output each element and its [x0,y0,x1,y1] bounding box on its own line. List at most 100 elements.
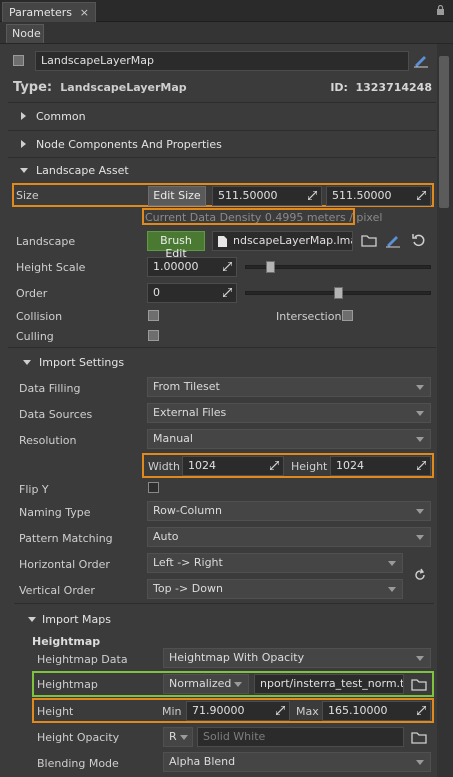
blending-mode-label: Blending Mode [37,757,119,770]
width-label: Width [148,460,180,473]
horizontal-order-select[interactable]: Left -> Right [147,553,403,573]
lock-icon[interactable] [436,5,445,15]
size-y-value: 511.50000 [332,189,392,202]
section-node-components-label: Node Components And Properties [36,138,222,151]
landscape-file-field[interactable]: ndscapeLayerMap.lmap [212,231,353,251]
naming-type-label: Naming Type [19,506,91,519]
resolution-select[interactable]: Manual [147,429,431,449]
tab-node[interactable]: Node [6,24,44,43]
vertical-order-select[interactable]: Top -> Down [147,579,403,599]
flip-y-checkbox[interactable] [148,482,159,493]
horizontal-order-value: Left -> Right [153,556,223,569]
tab-parameters[interactable]: Parameters × [2,2,96,22]
collision-label: Collision [16,310,63,323]
file-icon [218,236,227,247]
heightmap-mode-value: Normalized [169,677,232,690]
size-label: Size [16,189,39,202]
heightmap-label: Heightmap [37,678,98,691]
section-import-settings[interactable]: Import Settings [16,354,416,372]
section-node-components[interactable]: Node Components And Properties [13,136,433,154]
size-y-input[interactable]: 511.50000 [326,186,431,206]
naming-type-select[interactable]: Row-Column [147,501,431,521]
size-x-input[interactable]: 511.50000 [212,186,322,206]
chevron-down-icon [416,509,424,514]
height-opacity-label: Height Opacity [37,731,120,744]
reset-icon[interactable] [410,231,428,249]
folder-icon[interactable] [360,231,378,249]
heightmap-data-select[interactable]: Heightmap With Opacity [163,648,431,668]
data-sources-select[interactable]: External Files [147,403,431,423]
section-common-label: Common [36,110,86,123]
heightmap-data-label: Heightmap Data [37,653,128,666]
divider [8,157,436,158]
drag-arrows-icon[interactable] [223,262,232,271]
scrollbar-thumb[interactable] [439,56,449,208]
blending-mode-select[interactable]: Alpha Blend [163,752,431,772]
heightmap-data-value: Heightmap With Opacity [169,651,305,664]
folder-icon[interactable] [410,675,428,693]
resolution-value: Manual [153,432,193,445]
node-enabled-checkbox[interactable] [13,55,24,66]
section-import-maps-label: Import Maps [42,613,111,626]
height-scale-value: 1.00000 [153,260,199,273]
height-opacity-channel-select[interactable]: R [163,727,193,747]
edit-size-button-label: Edit Size [153,189,201,202]
heightmap-mode-select[interactable]: Normalized [163,674,249,694]
pattern-matching-label: Pattern Matching [19,532,113,545]
data-sources-label: Data Sources [19,408,93,421]
close-icon[interactable]: × [80,6,89,19]
height-scale-slider-handle[interactable] [266,261,276,273]
section-import-maps[interactable]: Import Maps [24,611,424,629]
height-max-label: Max [296,705,319,718]
section-landscape-asset[interactable]: Landscape Asset [13,162,433,180]
chevron-down-icon [416,385,424,390]
height-min-input[interactable]: 71.90000 [186,701,290,721]
height-scale-input[interactable]: 1.00000 [147,257,237,277]
id-value: 1323714248 [355,81,432,94]
drag-arrows-icon[interactable] [223,288,232,297]
drag-arrows-icon[interactable] [417,461,426,470]
edit-size-button[interactable]: Edit Size [148,186,206,206]
culling-checkbox[interactable] [148,330,159,341]
node-name-value: LandscapeLayerMap [41,54,154,67]
height-label: Height [291,460,328,473]
edit-pencil-icon[interactable] [412,51,430,69]
divider [14,603,434,604]
node-name-input[interactable]: LandscapeLayerMap [35,51,409,71]
width-input[interactable]: 1024 [182,456,284,476]
section-common[interactable]: Common [13,108,433,126]
heightmap-file-field[interactable]: nport/insterra_test_norm.tif [254,674,404,694]
refresh-icon[interactable] [411,566,429,584]
height-opacity-file-field[interactable]: Solid White [197,727,404,747]
data-sources-value: External Files [153,406,227,419]
height-scale-label: Height Scale [16,261,86,274]
data-filling-select[interactable]: From Tileset [147,377,431,397]
height-max-input[interactable]: 165.10000 [322,701,431,721]
chevron-down-icon [416,411,424,416]
brush-edit-button[interactable]: Brush Edit [147,231,205,260]
vertical-order-value: Top -> Down [153,582,223,595]
intersection-checkbox[interactable] [342,310,353,321]
id-prefix: ID: [330,81,348,94]
tab-parameters-label: Parameters [9,6,72,19]
height-input[interactable]: 1024 [330,456,431,476]
tab-node-label: Node [12,27,41,40]
order-slider-handle[interactable] [333,287,343,299]
drag-arrows-icon[interactable] [276,706,285,715]
chevron-down-icon [388,561,396,566]
divider [8,130,436,131]
density-note: Current Data Density 0.4995 meters / pix… [145,211,383,224]
drag-arrows-icon[interactable] [417,191,426,200]
section-landscape-asset-label: Landscape Asset [36,164,129,177]
folder-icon[interactable] [410,728,428,746]
drag-arrows-icon[interactable] [270,461,279,470]
resolution-label: Resolution [19,434,77,447]
type-row: Type: LandscapeLayerMap [13,80,187,95]
order-input[interactable]: 0 [147,283,237,303]
collision-checkbox[interactable] [148,310,159,321]
chevron-down-icon [416,437,424,442]
drag-arrows-icon[interactable] [417,706,426,715]
edit-pencil-icon[interactable] [384,231,402,249]
pattern-matching-select[interactable]: Auto [147,527,431,547]
drag-arrows-icon[interactable] [308,191,317,200]
